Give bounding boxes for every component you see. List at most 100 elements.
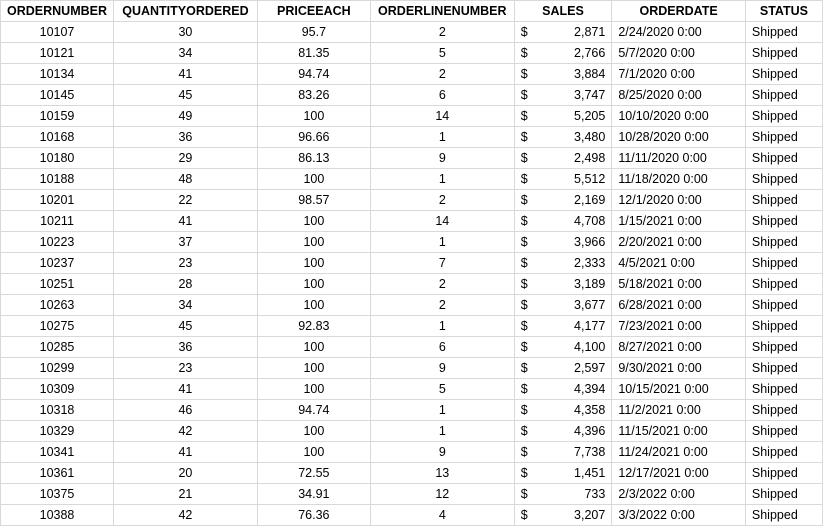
cell-ordernumber[interactable]: 10121 [1, 43, 114, 64]
cell-ordernumber[interactable]: 10318 [1, 400, 114, 421]
cell-orderdate[interactable]: 12/17/2021 0:00 [612, 463, 746, 484]
cell-priceeach[interactable]: 83.26 [257, 85, 370, 106]
cell-ordernumber[interactable]: 10107 [1, 22, 114, 43]
cell-orderdate[interactable]: 8/27/2021 0:00 [612, 337, 746, 358]
cell-priceeach[interactable]: 72.55 [257, 463, 370, 484]
cell-ordernumber[interactable]: 10145 [1, 85, 114, 106]
cell-priceeach[interactable]: 98.57 [257, 190, 370, 211]
cell-orderlinenumber[interactable]: 2 [370, 190, 514, 211]
cell-orderlinenumber[interactable]: 6 [370, 337, 514, 358]
cell-orderlinenumber[interactable]: 6 [370, 85, 514, 106]
cell-orderdate[interactable]: 10/10/2020 0:00 [612, 106, 746, 127]
cell-orderlinenumber[interactable]: 1 [370, 421, 514, 442]
cell-orderdate[interactable]: 11/11/2020 0:00 [612, 148, 746, 169]
cell-priceeach[interactable]: 100 [257, 106, 370, 127]
cell-priceeach[interactable]: 100 [257, 253, 370, 274]
cell-quantityordered[interactable]: 41 [114, 442, 258, 463]
cell-priceeach[interactable]: 94.74 [257, 400, 370, 421]
cell-status[interactable]: Shipped [745, 505, 822, 526]
cell-orderdate[interactable]: 4/5/2021 0:00 [612, 253, 746, 274]
cell-quantityordered[interactable]: 41 [114, 211, 258, 232]
cell-quantityordered[interactable]: 42 [114, 421, 258, 442]
cell-quantityordered[interactable]: 30 [114, 22, 258, 43]
cell-sales[interactable]: $3,966 [514, 232, 612, 253]
table-row[interactable]: 10285361006$4,1008/27/2021 0:00Shipped [1, 337, 823, 358]
cell-orderlinenumber[interactable]: 1 [370, 232, 514, 253]
cell-status[interactable]: Shipped [745, 127, 822, 148]
cell-status[interactable]: Shipped [745, 148, 822, 169]
cell-orderdate[interactable]: 7/1/2020 0:00 [612, 64, 746, 85]
cell-sales[interactable]: $1,451 [514, 463, 612, 484]
cell-status[interactable]: Shipped [745, 442, 822, 463]
cell-quantityordered[interactable]: 34 [114, 295, 258, 316]
cell-quantityordered[interactable]: 28 [114, 274, 258, 295]
cell-orderdate[interactable]: 1/15/2021 0:00 [612, 211, 746, 232]
cell-priceeach[interactable]: 76.36 [257, 505, 370, 526]
cell-sales[interactable]: $4,396 [514, 421, 612, 442]
cell-ordernumber[interactable]: 10180 [1, 148, 114, 169]
cell-orderdate[interactable]: 10/15/2021 0:00 [612, 379, 746, 400]
cell-sales[interactable]: $7,738 [514, 442, 612, 463]
cell-orderlinenumber[interactable]: 1 [370, 127, 514, 148]
cell-ordernumber[interactable]: 10299 [1, 358, 114, 379]
cell-priceeach[interactable]: 34.91 [257, 484, 370, 505]
cell-status[interactable]: Shipped [745, 400, 822, 421]
table-row[interactable]: 10223371001$3,9662/20/2021 0:00Shipped [1, 232, 823, 253]
cell-status[interactable]: Shipped [745, 190, 822, 211]
cell-ordernumber[interactable]: 10341 [1, 442, 114, 463]
cell-orderlinenumber[interactable]: 2 [370, 64, 514, 85]
cell-priceeach[interactable]: 100 [257, 232, 370, 253]
cell-quantityordered[interactable]: 23 [114, 253, 258, 274]
cell-status[interactable]: Shipped [745, 316, 822, 337]
cell-orderlinenumber[interactable]: 9 [370, 442, 514, 463]
cell-sales[interactable]: $4,394 [514, 379, 612, 400]
cell-status[interactable]: Shipped [745, 169, 822, 190]
cell-ordernumber[interactable]: 10329 [1, 421, 114, 442]
cell-status[interactable]: Shipped [745, 274, 822, 295]
col-header-sales[interactable]: SALES [514, 1, 612, 22]
cell-quantityordered[interactable]: 42 [114, 505, 258, 526]
cell-sales[interactable]: $2,169 [514, 190, 612, 211]
cell-status[interactable]: Shipped [745, 463, 822, 484]
cell-orderdate[interactable]: 6/28/2021 0:00 [612, 295, 746, 316]
cell-status[interactable]: Shipped [745, 211, 822, 232]
table-row[interactable]: 101344194.742$3,8847/1/2020 0:00Shipped [1, 64, 823, 85]
cell-quantityordered[interactable]: 22 [114, 190, 258, 211]
cell-ordernumber[interactable]: 10211 [1, 211, 114, 232]
table-row[interactable]: 10188481001$5,51211/18/2020 0:00Shipped [1, 169, 823, 190]
cell-quantityordered[interactable]: 41 [114, 379, 258, 400]
table-row[interactable]: 103612072.5513$1,45112/17/2021 0:00Shipp… [1, 463, 823, 484]
table-row[interactable]: 10329421001$4,39611/15/2021 0:00Shipped [1, 421, 823, 442]
cell-quantityordered[interactable]: 45 [114, 85, 258, 106]
table-row[interactable]: 101073095.72$2,8712/24/2020 0:00Shipped [1, 22, 823, 43]
cell-status[interactable]: Shipped [745, 253, 822, 274]
cell-status[interactable]: Shipped [745, 22, 822, 43]
table-row[interactable]: 10237231007$2,3334/5/2021 0:00Shipped [1, 253, 823, 274]
cell-ordernumber[interactable]: 10263 [1, 295, 114, 316]
cell-ordernumber[interactable]: 10375 [1, 484, 114, 505]
cell-orderdate[interactable]: 2/24/2020 0:00 [612, 22, 746, 43]
cell-quantityordered[interactable]: 41 [114, 64, 258, 85]
cell-priceeach[interactable]: 100 [257, 379, 370, 400]
cell-priceeach[interactable]: 100 [257, 211, 370, 232]
cell-priceeach[interactable]: 100 [257, 274, 370, 295]
cell-orderlinenumber[interactable]: 9 [370, 148, 514, 169]
cell-sales[interactable]: $2,871 [514, 22, 612, 43]
cell-ordernumber[interactable]: 10159 [1, 106, 114, 127]
cell-quantityordered[interactable]: 49 [114, 106, 258, 127]
cell-ordernumber[interactable]: 10223 [1, 232, 114, 253]
table-row[interactable]: 102114110014$4,7081/15/2021 0:00Shipped [1, 211, 823, 232]
table-row[interactable]: 101213481.355$2,7665/7/2020 0:00Shipped [1, 43, 823, 64]
cell-sales[interactable]: $733 [514, 484, 612, 505]
cell-orderlinenumber[interactable]: 2 [370, 295, 514, 316]
cell-priceeach[interactable]: 95.7 [257, 22, 370, 43]
cell-orderdate[interactable]: 2/3/2022 0:00 [612, 484, 746, 505]
cell-orderlinenumber[interactable]: 5 [370, 43, 514, 64]
cell-priceeach[interactable]: 100 [257, 442, 370, 463]
cell-sales[interactable]: $3,884 [514, 64, 612, 85]
cell-priceeach[interactable]: 100 [257, 295, 370, 316]
table-row[interactable]: 103884276.364$3,2073/3/2022 0:00Shipped [1, 505, 823, 526]
table-row[interactable]: 102754592.831$4,1777/23/2021 0:00Shipped [1, 316, 823, 337]
cell-orderdate[interactable]: 11/15/2021 0:00 [612, 421, 746, 442]
cell-priceeach[interactable]: 100 [257, 337, 370, 358]
